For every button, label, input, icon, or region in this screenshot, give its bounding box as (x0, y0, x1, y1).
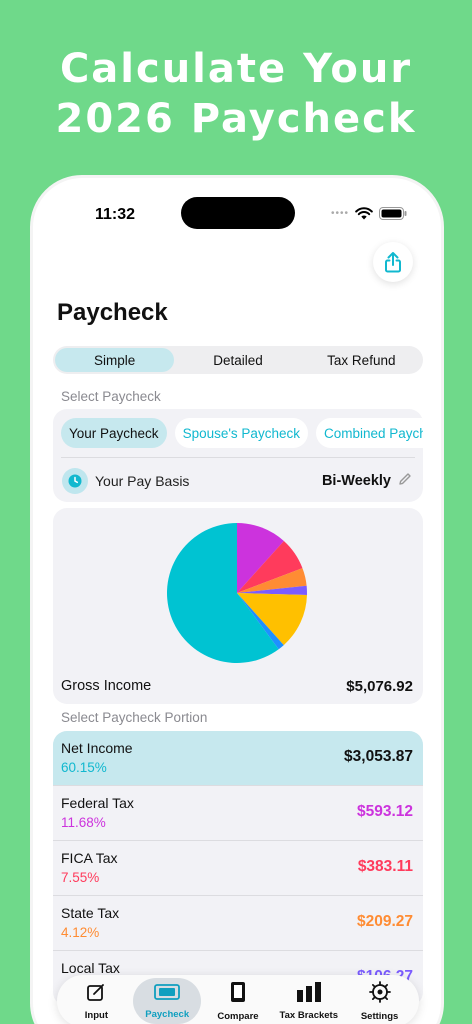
tab-label: Settings (360, 1010, 399, 1022)
tab-bar: Input Paycheck Compare Tax Brackets Settings (57, 975, 419, 1024)
clock-icon (62, 468, 88, 494)
chip-combined-paycheck[interactable]: Combined Paycheck (315, 418, 423, 448)
signal-icon: •••• (330, 208, 349, 219)
portion-row-net-income[interactable]: Net Income 60.15% $3,053.87 (53, 731, 423, 786)
segment-tax-refund[interactable]: Tax Refund (302, 348, 421, 372)
pay-basis-label: Your Pay Basis (95, 473, 190, 489)
promo-headline: Calculate Your 2026 Paycheck (0, 44, 472, 144)
money-icon (154, 983, 181, 1006)
portion-percent: 11.68% (61, 815, 106, 830)
chip-spouse-paycheck[interactable]: Spouse's Paycheck (174, 418, 308, 448)
portion-percent: 60.15% (61, 760, 107, 775)
paycheck-portion-list: Net Income 60.15% $3,053.87 Federal Tax 11.6… (53, 731, 423, 1006)
status-time: 11:32 (95, 206, 136, 223)
paycheck-chips: Your Paycheck Spouse's Paycheck Combined… (61, 418, 423, 448)
portion-percent: 7.55% (61, 870, 100, 885)
portion-label: Federal Tax (61, 795, 134, 811)
wifi-icon (355, 207, 373, 220)
portion-row-federal-tax[interactable]: Federal Tax 11.68% $593.12 (53, 786, 423, 841)
battery-icon (379, 207, 407, 220)
portion-value: $593.12 (356, 803, 413, 820)
portion-row-fica-tax[interactable]: FICA Tax 7.55% $383.11 (53, 841, 423, 896)
divider (61, 457, 415, 458)
bars-icon (296, 981, 322, 1007)
share-button[interactable] (373, 242, 413, 282)
gross-income-chart-card: Gross Income $5,076.92 (53, 508, 423, 704)
portion-label: FICA Tax (61, 850, 118, 866)
pay-basis-value[interactable]: Bi-Weekly (322, 473, 391, 489)
portion-label: Local Tax (61, 960, 120, 976)
page-title: Paycheck (57, 299, 168, 326)
portion-percent: 4.12% (61, 925, 100, 940)
gear-icon (368, 980, 391, 1008)
tab-settings[interactable]: Settings (346, 978, 414, 1024)
portion-label: Net Income (61, 740, 133, 756)
gross-income-label: Gross Income (61, 678, 152, 694)
portion-label: State Tax (61, 905, 120, 921)
mode-segmented-control: Simple Detailed Tax Refund (53, 346, 423, 374)
select-portion-label: Select Paycheck Portion (61, 710, 208, 725)
gross-income-value: $5,076.92 (346, 678, 413, 695)
select-paycheck-label: Select Paycheck (61, 389, 161, 404)
edit-icon (86, 982, 106, 1007)
tab-label: Compare (217, 1010, 259, 1022)
tab-input[interactable]: Input (62, 978, 130, 1024)
portion-row-state-tax[interactable]: State Tax 4.12% $209.27 (53, 896, 423, 951)
share-icon (385, 252, 401, 273)
tab-tax-brackets[interactable]: Tax Brackets (275, 978, 343, 1024)
headline-line-2: 2026 Paycheck (55, 96, 417, 142)
tab-label: Tax Brackets (279, 1009, 338, 1021)
tab-label: Paycheck (145, 1008, 190, 1020)
paycheck-pie-chart[interactable] (162, 518, 312, 668)
dynamic-island (181, 197, 295, 229)
paycheck-selector-card: Your Paycheck Spouse's Paycheck Combined… (53, 409, 423, 502)
tab-label: Input (84, 1009, 108, 1021)
phone-icon (229, 981, 247, 1008)
segment-detailed[interactable]: Detailed (178, 348, 297, 372)
tab-paycheck[interactable]: Paycheck (133, 978, 202, 1024)
headline-line-1: Calculate Your (59, 46, 413, 92)
portion-value: $3,053.87 (344, 748, 413, 765)
tab-compare[interactable]: Compare (204, 978, 272, 1024)
status-icons: •••• (331, 207, 407, 220)
phone-frame: 11:32 •••• Paycheck Simple Detailed Tax … (30, 175, 444, 1024)
segment-simple[interactable]: Simple (55, 348, 175, 372)
portion-value: $383.11 (357, 858, 413, 875)
portion-value: $209.27 (356, 913, 413, 930)
chip-your-paycheck[interactable]: Your Paycheck (61, 418, 167, 448)
pencil-icon[interactable] (397, 471, 413, 487)
